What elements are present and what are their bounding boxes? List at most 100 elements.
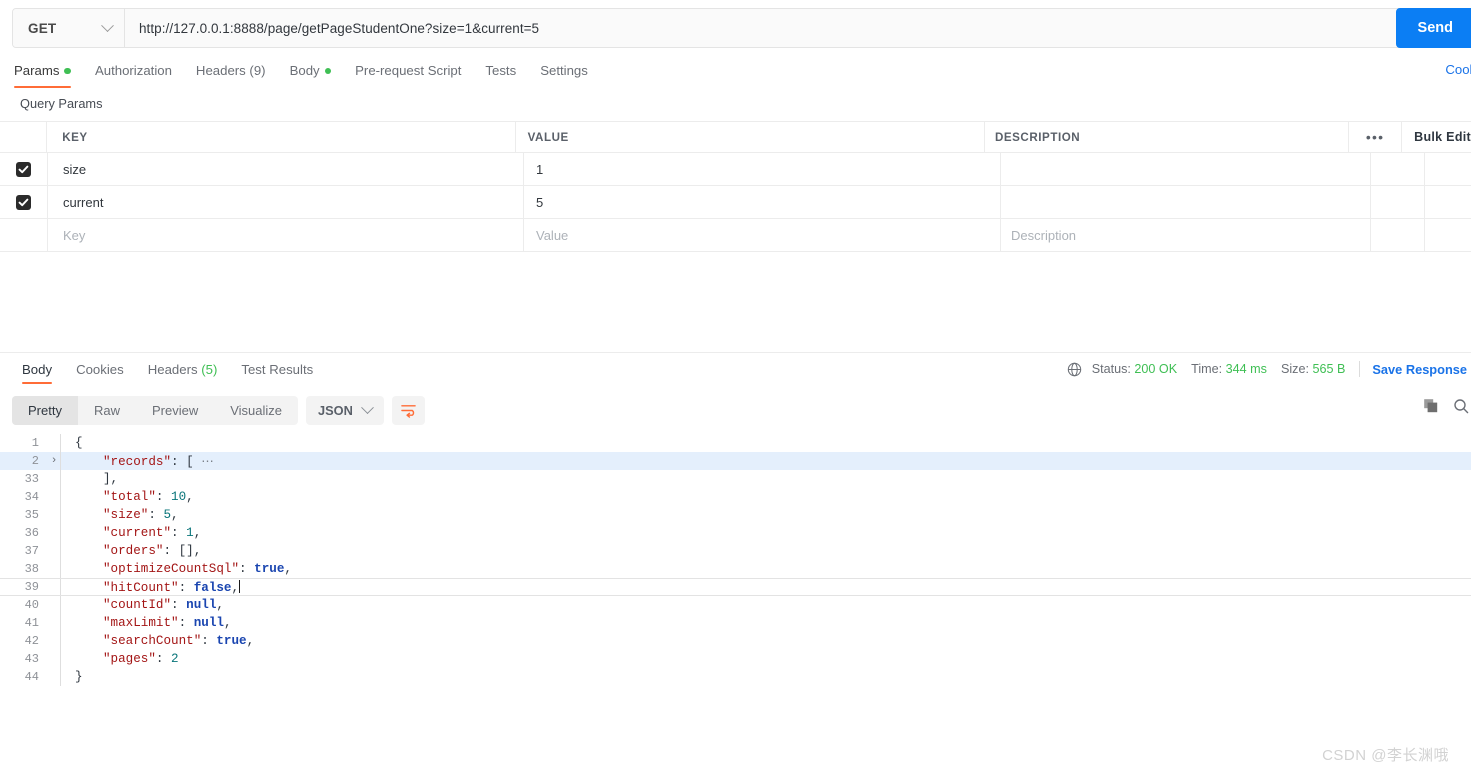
- code-token: :: [148, 508, 164, 522]
- row-description-input[interactable]: [1001, 186, 1371, 218]
- bulk-edit-label: Bulk Edit: [1414, 130, 1471, 144]
- send-button[interactable]: Send: [1395, 8, 1471, 48]
- code-token: "size": [103, 508, 149, 522]
- wrap-lines-button[interactable]: [391, 396, 425, 425]
- tab-authorization[interactable]: Authorization: [83, 56, 184, 86]
- code-text: "countId": null,: [61, 598, 224, 612]
- code-token: ],: [103, 472, 119, 486]
- new-key-input[interactable]: Key: [48, 219, 524, 251]
- row-key-input[interactable]: size: [48, 153, 524, 185]
- header-cell-description: DESCRIPTION: [985, 122, 1349, 152]
- cookies-link[interactable]: Cookies: [1445, 62, 1471, 77]
- bulk-edit-button[interactable]: Bulk Edit: [1402, 122, 1471, 152]
- line-number: 2: [31, 454, 39, 468]
- code-token: : [: [171, 455, 194, 469]
- row-key-value: size: [63, 161, 87, 177]
- code-token: :: [155, 652, 172, 666]
- row-key-value: current: [63, 194, 104, 210]
- fold-toggle-icon[interactable]: ›: [48, 455, 60, 467]
- tab-headers[interactable]: Headers (9): [184, 56, 278, 86]
- code-token: : [],: [163, 544, 202, 558]
- tab-params[interactable]: Params: [14, 56, 83, 88]
- row-key-input[interactable]: current: [48, 186, 524, 218]
- new-description-input[interactable]: Description: [1001, 219, 1371, 251]
- code-line[interactable]: 41 "maxLimit": null,: [0, 614, 1471, 632]
- row-value-input[interactable]: 1: [524, 153, 1001, 185]
- row-value-input[interactable]: 5: [524, 186, 1001, 218]
- tab-label: Cookies: [76, 362, 124, 377]
- line-number: 42: [24, 634, 39, 648]
- response-view-segmented-control: Pretty Raw Preview Visualize: [12, 396, 299, 425]
- code-token: 5: [163, 508, 172, 522]
- header-cell-checkbox: [0, 122, 48, 152]
- tab-settings[interactable]: Settings: [528, 56, 600, 86]
- view-preview-button[interactable]: Preview: [136, 396, 214, 425]
- code-token: ,: [186, 490, 194, 504]
- tab-body[interactable]: Body: [278, 56, 344, 86]
- code-line[interactable]: 35 "size": 5,: [0, 506, 1471, 524]
- view-visualize-button[interactable]: Visualize: [214, 396, 298, 425]
- tab-label: Settings: [540, 63, 588, 78]
- code-token: null: [186, 598, 217, 612]
- line-number: 33: [24, 472, 39, 486]
- tab-tests[interactable]: Tests: [473, 56, 528, 86]
- code-token: :: [178, 580, 194, 595]
- code-token: :: [201, 634, 217, 648]
- response-language-select[interactable]: JSON: [306, 396, 384, 425]
- code-line[interactable]: 33],: [0, 470, 1471, 488]
- code-token: "orders": [103, 544, 164, 558]
- response-body-code[interactable]: 1{2 › "records": [ ⋯ 33], 34 "total": 10, 35 "s…: [0, 434, 1471, 724]
- row-description-input[interactable]: [1001, 153, 1371, 185]
- code-token: :: [171, 526, 187, 540]
- code-line[interactable]: 1{: [0, 434, 1471, 452]
- response-tab-body[interactable]: Body: [10, 358, 64, 384]
- code-line[interactable]: 44}: [0, 668, 1471, 686]
- status-label: Status:: [1091, 362, 1131, 376]
- search-button[interactable]: [1453, 398, 1469, 419]
- http-method-value: GET: [28, 20, 57, 36]
- copy-button[interactable]: [1423, 398, 1439, 419]
- search-icon: [1454, 399, 1469, 414]
- code-line[interactable]: 40 "countId": null,: [0, 596, 1471, 614]
- code-line[interactable]: 42 "searchCount": true,: [0, 632, 1471, 650]
- row-checkbox-cell[interactable]: [0, 219, 48, 251]
- table-options-button[interactable]: •••: [1349, 122, 1403, 152]
- code-text: "records": [ ⋯: [61, 453, 214, 469]
- code-line[interactable]: 37 "orders": [],: [0, 542, 1471, 560]
- code-token: :: [239, 562, 255, 576]
- tab-pre-request-script[interactable]: Pre-request Script: [343, 56, 473, 86]
- response-status-bar: Status: 200 OK Time: 344 ms Size: 565 B …: [1067, 361, 1467, 377]
- url-input[interactable]: http://127.0.0.1:8888/page/getPageStuden…: [125, 9, 1470, 47]
- row-checkbox-cell[interactable]: [0, 153, 48, 185]
- status-value: 200 OK: [1134, 362, 1178, 376]
- line-number: 37: [24, 544, 39, 558]
- checkbox-checked-icon[interactable]: [16, 194, 31, 210]
- response-tab-test-results[interactable]: Test Results: [229, 358, 325, 384]
- row-spacer-end: [1425, 153, 1471, 185]
- save-response-button[interactable]: Save Response: [1372, 362, 1467, 377]
- code-token: ,: [223, 616, 232, 630]
- code-line[interactable]: 38 "optimizeCountSql": true,: [0, 560, 1471, 578]
- row-spacer: [1371, 219, 1425, 251]
- code-line[interactable]: 43 "pages": 2: [0, 650, 1471, 668]
- new-value-input[interactable]: Value: [524, 219, 1001, 251]
- tab-label: Headers (9): [195, 63, 266, 78]
- table-row: current 5: [0, 186, 1471, 219]
- send-button-group: Send: [1395, 8, 1471, 48]
- code-line[interactable]: 36 "current": 1,: [0, 524, 1471, 542]
- code-token: null: [193, 616, 224, 630]
- http-method-select[interactable]: GET: [13, 9, 125, 47]
- code-line[interactable]: 39 "hitCount": false,: [0, 578, 1471, 596]
- view-raw-button[interactable]: Raw: [78, 396, 136, 425]
- code-token: 10: [171, 490, 187, 504]
- code-line[interactable]: 2 › "records": [ ⋯: [0, 452, 1471, 470]
- response-tab-headers[interactable]: Headers (5): [136, 358, 230, 384]
- code-line[interactable]: 34 "total": 10,: [0, 488, 1471, 506]
- row-checkbox-cell[interactable]: [0, 186, 48, 218]
- view-pretty-button[interactable]: Pretty: [12, 396, 78, 425]
- response-tabs: Body Cookies Headers (5) Test Results: [10, 358, 325, 384]
- checkbox-checked-icon[interactable]: [16, 161, 31, 177]
- line-number: 43: [24, 652, 39, 666]
- response-tab-cookies[interactable]: Cookies: [64, 358, 136, 384]
- code-text: {: [61, 436, 83, 450]
